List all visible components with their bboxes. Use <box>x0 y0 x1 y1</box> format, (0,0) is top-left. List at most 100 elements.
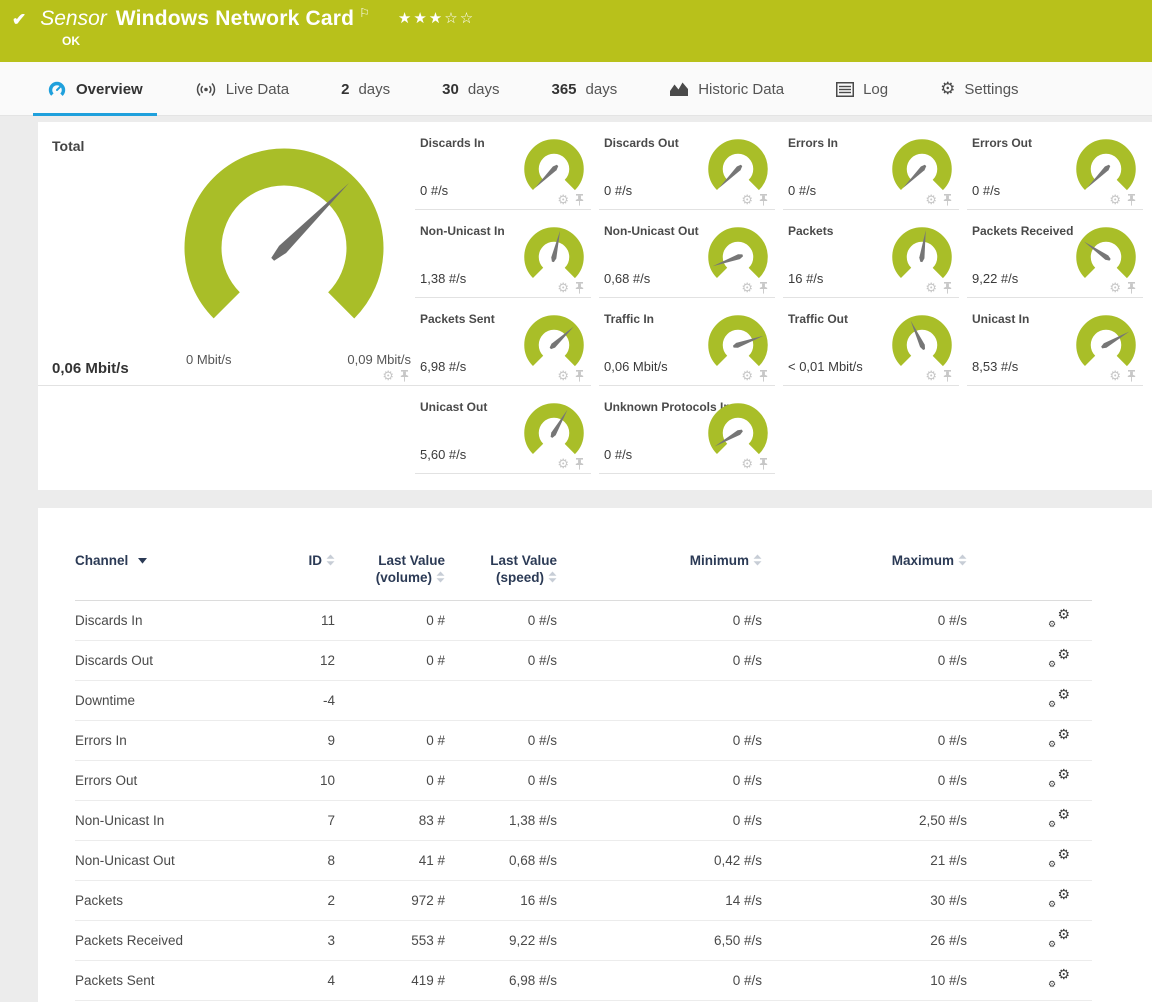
sort-icon <box>753 554 762 566</box>
gauge-canvas <box>1074 137 1138 192</box>
gauge-pin-icon[interactable] <box>759 458 768 470</box>
status-check-icon: ✔ <box>12 10 26 30</box>
small-gauge-cell: Packets Sent6,98 #/s⚙ <box>415 298 591 386</box>
tab-365-days[interactable]: 365 days <box>538 62 632 116</box>
channel-settings-button[interactable]: ⚙⚙ <box>1048 649 1070 669</box>
gauge-pin-icon[interactable] <box>759 282 768 294</box>
gear-icon: ⚙ <box>1048 859 1056 870</box>
gauge-settings-icon[interactable]: ⚙ <box>557 369 569 382</box>
channel-settings-button[interactable]: ⚙⚙ <box>1048 929 1070 949</box>
gauge-pin-icon[interactable] <box>1127 370 1136 382</box>
gauge-pin-icon[interactable] <box>943 370 952 382</box>
gauge-canvas <box>1074 225 1138 280</box>
sort-icon <box>548 571 557 583</box>
gauge-settings-icon[interactable]: ⚙ <box>557 281 569 294</box>
small-gauge-cell: Discards Out0 #/s⚙ <box>599 122 775 210</box>
gauge-pin-icon[interactable] <box>575 194 584 206</box>
gauge-settings-icon[interactable]: ⚙ <box>925 281 937 294</box>
table-row: Non-Unicast Out841 #0,68 #/s0,42 #/s21 #… <box>75 841 1092 881</box>
gauges-panel: Total 0,06 Mbit/s 0 Mbit/s 0,09 Mbit/s ⚙… <box>38 122 1152 490</box>
channel-settings-button[interactable]: ⚙⚙ <box>1048 609 1070 629</box>
tab-historic-data[interactable]: Historic Data <box>655 62 798 116</box>
minimum-value: 6,50 #/s <box>557 933 762 948</box>
gauge-settings-icon[interactable]: ⚙ <box>382 369 394 382</box>
tab-365-days-number: 365 <box>552 81 577 98</box>
gauge-settings-icon[interactable]: ⚙ <box>1109 193 1121 206</box>
channel-settings-button[interactable]: ⚙⚙ <box>1048 969 1070 989</box>
gauge-canvas <box>890 313 954 368</box>
small-gauge-cell: Errors In0 #/s⚙ <box>783 122 959 210</box>
gauge-pin-icon[interactable] <box>575 370 584 382</box>
gauge-pin-icon[interactable] <box>400 370 409 382</box>
gauge-canvas <box>706 401 770 456</box>
tab-live-data-label: Live Data <box>226 81 289 98</box>
channel-settings-button[interactable]: ⚙⚙ <box>1048 889 1070 909</box>
gauge-pin-icon[interactable] <box>759 194 768 206</box>
gauge-pin-icon[interactable] <box>759 370 768 382</box>
tab-log[interactable]: Log <box>822 62 902 116</box>
last-value-speed: 0,68 #/s <box>445 853 557 868</box>
gear-icon: ⚙ <box>1048 699 1056 710</box>
gauge-settings-icon[interactable]: ⚙ <box>741 193 753 206</box>
small-gauge-cell: Non-Unicast Out0,68 #/s⚙ <box>599 210 775 298</box>
historic-data-icon <box>669 81 689 97</box>
channel-id: 7 <box>290 813 335 828</box>
channel-settings-button[interactable]: ⚙⚙ <box>1048 769 1070 789</box>
gauge-value: 0 #/s <box>604 183 632 198</box>
gauge-pin-icon[interactable] <box>943 194 952 206</box>
gauge-settings-icon[interactable]: ⚙ <box>1109 369 1121 382</box>
gear-icon: ⚙ <box>1048 939 1056 950</box>
gauge-pin-icon[interactable] <box>575 458 584 470</box>
small-gauge-cell: Unicast In8,53 #/s⚙ <box>967 298 1143 386</box>
column-header-last-value-speed[interactable]: Last Value (speed) <box>445 552 557 586</box>
tab-30-days-number: 30 <box>442 81 459 98</box>
gauge-settings-icon[interactable]: ⚙ <box>557 193 569 206</box>
gauge-settings-icon[interactable]: ⚙ <box>557 457 569 470</box>
flag-icon[interactable]: ⚐ <box>359 6 370 20</box>
table-row: Errors Out100 #0 #/s0 #/s0 #/s⚙⚙ <box>75 761 1092 801</box>
gauge-value: 0,68 #/s <box>604 271 650 286</box>
gauge-settings-icon[interactable]: ⚙ <box>741 457 753 470</box>
rating-stars[interactable]: ★★★☆☆ <box>398 9 475 27</box>
channel-settings-button[interactable]: ⚙⚙ <box>1048 689 1070 709</box>
tab-live-data[interactable]: Live Data <box>181 62 303 116</box>
gauge-value: 5,60 #/s <box>420 447 466 462</box>
channel-settings-button[interactable]: ⚙⚙ <box>1048 729 1070 749</box>
gauge-min-label: 0 Mbit/s <box>186 352 232 367</box>
column-header-last-value-volume[interactable]: Last Value (volume) <box>335 552 445 586</box>
gauge-canvas <box>522 137 586 192</box>
tab-settings[interactable]: ⚙ Settings <box>926 62 1032 116</box>
gauge-settings-icon[interactable]: ⚙ <box>741 369 753 382</box>
gauge-value: 0,06 Mbit/s <box>604 359 668 374</box>
channel-name: Discards Out <box>75 653 290 668</box>
gauge-settings-icon[interactable]: ⚙ <box>1109 281 1121 294</box>
column-header-minimum[interactable]: Minimum <box>557 552 762 569</box>
gauge-settings-icon[interactable]: ⚙ <box>925 193 937 206</box>
last-value-volume: 972 # <box>335 893 445 908</box>
overview-content: Total 0,06 Mbit/s 0 Mbit/s 0,09 Mbit/s ⚙… <box>0 116 1152 1002</box>
gauge-pin-icon[interactable] <box>1127 194 1136 206</box>
column-header-channel[interactable]: Channel <box>75 552 290 569</box>
minimum-value: 0 #/s <box>557 773 762 788</box>
tab-overview[interactable]: Overview <box>33 62 157 116</box>
gauge-pin-icon[interactable] <box>943 282 952 294</box>
gear-icon: ⚙ <box>1057 726 1070 743</box>
total-gauge-canvas <box>178 142 390 322</box>
sort-icon <box>958 554 967 566</box>
table-row: Packets Sent4419 #6,98 #/s0 #/s10 #/s⚙⚙ <box>75 961 1092 1001</box>
tab-2-days[interactable]: 2 days <box>327 62 404 116</box>
gear-icon: ⚙ <box>1057 966 1070 983</box>
channel-settings-button[interactable]: ⚙⚙ <box>1048 809 1070 829</box>
gauge-value: 0 #/s <box>604 447 632 462</box>
status-badge: OK <box>62 34 80 48</box>
tab-30-days[interactable]: 30 days <box>428 62 513 116</box>
gauge-settings-icon[interactable]: ⚙ <box>741 281 753 294</box>
gauge-settings-icon[interactable]: ⚙ <box>925 369 937 382</box>
gauge-pin-icon[interactable] <box>1127 282 1136 294</box>
column-header-id[interactable]: ID <box>290 552 335 569</box>
channel-id: 12 <box>290 653 335 668</box>
gauge-pin-icon[interactable] <box>575 282 584 294</box>
channel-settings-button[interactable]: ⚙⚙ <box>1048 849 1070 869</box>
column-header-maximum[interactable]: Maximum <box>762 552 967 569</box>
channel-table: Channel ID Last Value (volume) Last Valu… <box>75 552 1092 1001</box>
